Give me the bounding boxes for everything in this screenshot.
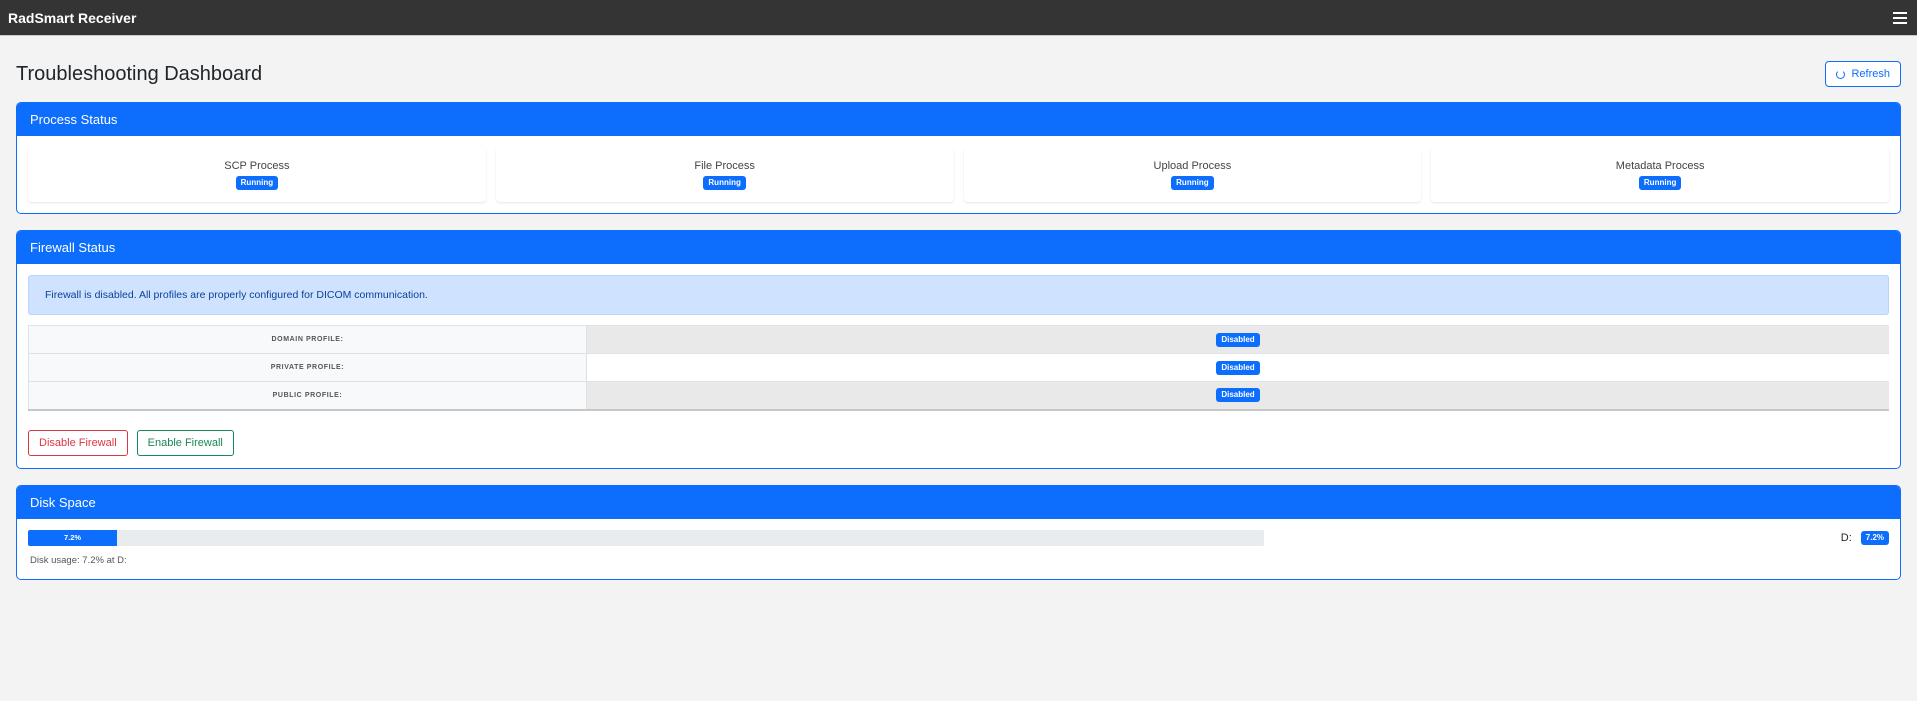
process-name: Metadata Process bbox=[1615, 159, 1705, 172]
table-row: PUBLIC PROFILE: Disabled bbox=[28, 381, 1889, 410]
disk-space-header: Disk Space bbox=[17, 485, 1900, 519]
status-badge: Disabled bbox=[1216, 360, 1260, 375]
profile-label: PRIVATE PROFILE: bbox=[28, 353, 587, 382]
hamburger-menu-icon[interactable] bbox=[1893, 11, 1907, 24]
status-badge: Disabled bbox=[1216, 388, 1260, 403]
profile-value: Disabled bbox=[586, 381, 1889, 410]
firewall-status-header: Firewall Status bbox=[17, 231, 1900, 264]
disable-firewall-button[interactable]: Disable Firewall bbox=[28, 429, 128, 456]
profile-label: DOMAIN PROFILE: bbox=[28, 325, 587, 354]
process-grid: SCP Process Running File Process Running… bbox=[28, 147, 1889, 202]
process-name: File Process bbox=[694, 159, 755, 172]
main-content: Troubleshooting Dashboard Refresh Proces… bbox=[0, 36, 1917, 580]
status-badge: Running bbox=[1171, 175, 1214, 190]
top-navbar: RadSmart Receiver bbox=[0, 0, 1917, 36]
disk-drive-info: D: 7.2% bbox=[1840, 530, 1889, 545]
firewall-status-card: Firewall Status Firewall is disabled. Al… bbox=[16, 230, 1901, 469]
app-brand[interactable]: RadSmart Receiver bbox=[8, 10, 136, 26]
process-status-header: Process Status bbox=[17, 103, 1900, 136]
status-badge: Running bbox=[1638, 175, 1682, 190]
status-badge: Running bbox=[235, 175, 279, 190]
firewall-alert: Firewall is disabled. All profiles are p… bbox=[28, 275, 1889, 315]
profile-label: PUBLIC PROFILE: bbox=[28, 381, 587, 410]
profile-value: Disabled bbox=[586, 353, 1889, 382]
enable-firewall-button[interactable]: Enable Firewall bbox=[136, 429, 234, 456]
firewall-actions: Disable Firewall Enable Firewall bbox=[28, 429, 1889, 457]
page-header: Troubleshooting Dashboard Refresh bbox=[16, 36, 1901, 102]
process-item: SCP Process Running bbox=[28, 147, 486, 202]
refresh-icon bbox=[1836, 69, 1846, 79]
process-name: SCP Process bbox=[224, 159, 290, 172]
table-row: DOMAIN PROFILE: Disabled bbox=[28, 325, 1889, 354]
disk-usage-fill: 7.2% bbox=[28, 529, 117, 546]
firewall-profiles-table: DOMAIN PROFILE: Disabled PRIVATE PROFILE… bbox=[28, 325, 1889, 411]
process-status-card: Process Status SCP Process Running File … bbox=[16, 102, 1901, 214]
disk-usage-note: Disk usage: 7.2% at D: bbox=[30, 554, 127, 566]
disk-row: 7.2% D: 7.2% bbox=[28, 529, 1889, 546]
table-row: PRIVATE PROFILE: Disabled bbox=[28, 353, 1889, 382]
disk-space-card: Disk Space 7.2% D: 7.2% Disk usage: 7.2%… bbox=[16, 484, 1901, 580]
refresh-button-label: Refresh bbox=[1851, 68, 1890, 80]
disk-usage-badge: 7.2% bbox=[1860, 530, 1889, 545]
profile-value: Disabled bbox=[586, 325, 1889, 354]
process-name: Upload Process bbox=[1153, 159, 1232, 172]
status-badge: Disabled bbox=[1216, 332, 1260, 347]
refresh-button[interactable]: Refresh bbox=[1825, 61, 1901, 87]
process-item: Metadata Process Running bbox=[1431, 147, 1889, 202]
page-title: Troubleshooting Dashboard bbox=[16, 62, 263, 85]
process-item: Upload Process Running bbox=[964, 147, 1422, 202]
process-item: File Process Running bbox=[496, 147, 954, 202]
drive-label: D: bbox=[1840, 531, 1852, 544]
status-badge: Running bbox=[703, 175, 746, 190]
disk-usage-progress: 7.2% bbox=[28, 529, 1264, 546]
